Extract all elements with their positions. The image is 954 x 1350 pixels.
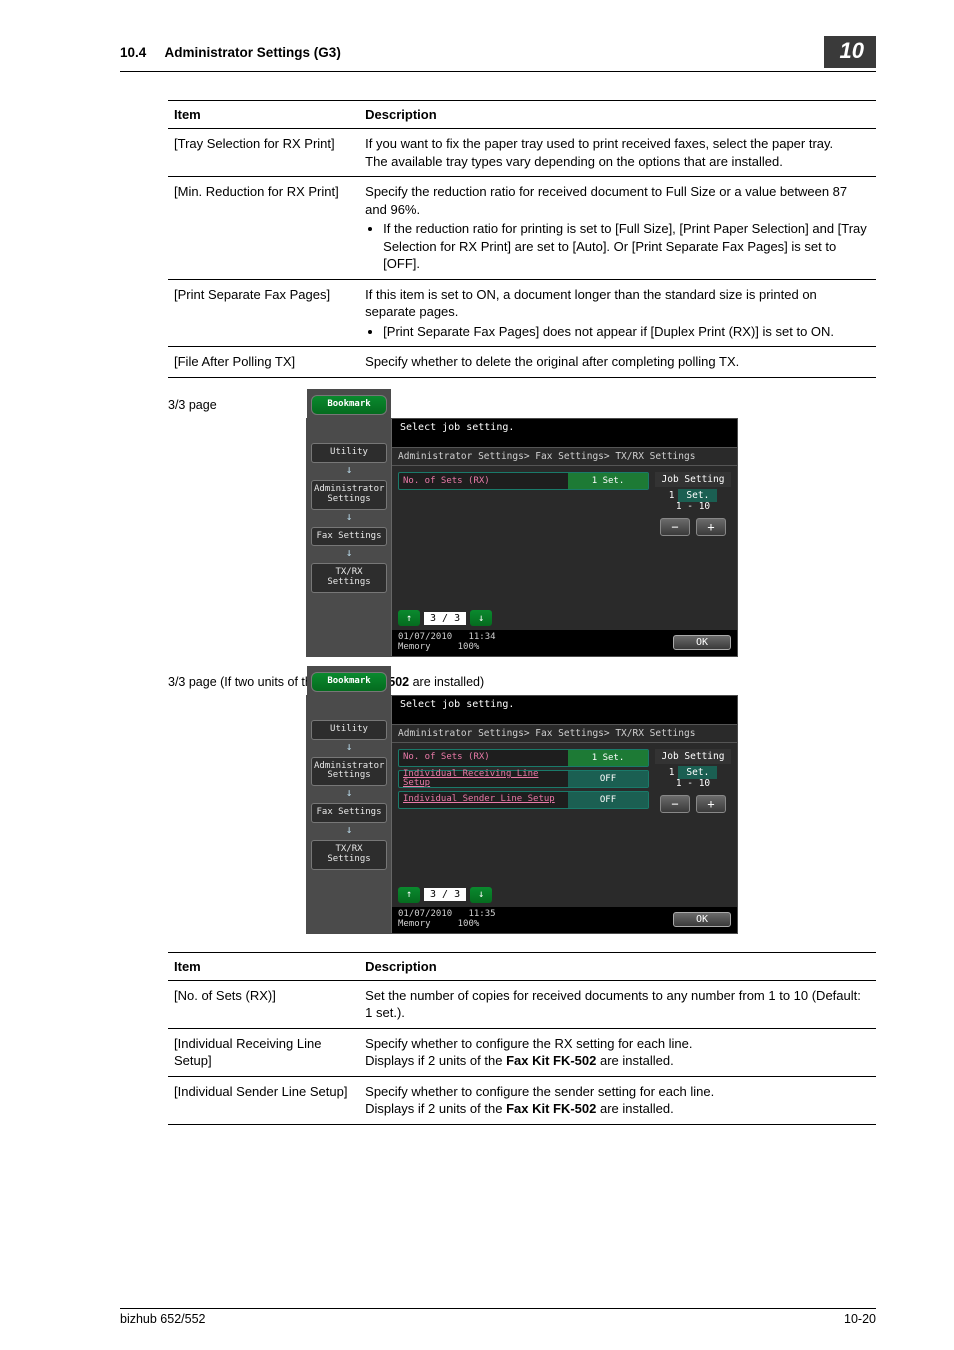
- minus-button[interactable]: −: [660, 795, 690, 813]
- bookmark-button[interactable]: Bookmark: [311, 395, 387, 415]
- sidebar-utility[interactable]: Utility: [311, 720, 387, 740]
- table-row: [Individual Receiving Line Setup] Specif…: [168, 1028, 876, 1076]
- minus-button[interactable]: −: [660, 518, 690, 536]
- ok-button[interactable]: OK: [673, 635, 731, 650]
- col-desc: Description: [359, 101, 876, 129]
- sidebar-utility[interactable]: Utility: [311, 443, 387, 463]
- pager-text: 3 / 3: [424, 612, 466, 625]
- page-down-button[interactable]: ↓: [470, 610, 492, 626]
- plus-button[interactable]: +: [696, 518, 726, 536]
- sidebar-fax-settings[interactable]: Fax Settings: [311, 527, 387, 547]
- device-instruction: Select job setting.: [392, 696, 737, 724]
- caption-3-3: 3/3 page: [168, 398, 876, 412]
- device-status: 01/07/2010 11:34 Memory 100%: [398, 633, 673, 653]
- table-row: [Tray Selection for RX Print] If you wan…: [168, 129, 876, 177]
- device-screenshot-2: Bookmark Utility ↓ Administrator Setting…: [306, 695, 738, 934]
- setting-row-no-of-sets[interactable]: No. of Sets (RX) 1 Set.: [398, 749, 649, 767]
- device-sidebar: Bookmark Utility ↓ Administrator Setting…: [307, 389, 391, 656]
- pager-text: 3 / 3: [424, 888, 466, 901]
- setting-row-individual-sender[interactable]: Individual Sender Line Setup OFF: [398, 791, 649, 809]
- col-item: Item: [168, 952, 359, 980]
- breadcrumb: Administrator Settings> Fax Settings> TX…: [392, 724, 737, 743]
- table-row: [No. of Sets (RX)] Set the number of cop…: [168, 980, 876, 1028]
- sidebar-txrx-settings[interactable]: TX/RX Settings: [311, 840, 387, 870]
- sidebar-admin-settings[interactable]: Administrator Settings: [311, 757, 387, 787]
- setting-row-individual-receiving[interactable]: Individual Receiving Line Setup OFF: [398, 770, 649, 788]
- ok-button[interactable]: OK: [673, 912, 731, 927]
- device-screenshot-1: Bookmark Utility ↓ Administrator Setting…: [306, 418, 738, 657]
- sidebar-txrx-settings[interactable]: TX/RX Settings: [311, 563, 387, 593]
- device-sidebar: Bookmark Utility ↓ Administrator Setting…: [307, 666, 391, 933]
- page-up-button[interactable]: ↑: [398, 887, 420, 903]
- page-down-button[interactable]: ↓: [470, 887, 492, 903]
- device-instruction: Select job setting.: [392, 419, 737, 447]
- table-row: [Min. Reduction for RX Print] Specify th…: [168, 177, 876, 280]
- chapter-badge: 10: [824, 36, 876, 68]
- page-footer: bizhub 652/552 10-20: [120, 1308, 876, 1326]
- bookmark-button[interactable]: Bookmark: [311, 672, 387, 692]
- section-title: Administrator Settings (G3): [165, 45, 341, 60]
- table-row: [Print Separate Fax Pages] If this item …: [168, 279, 876, 347]
- arrow-down-icon: ↓: [311, 510, 387, 523]
- col-item: Item: [168, 101, 359, 129]
- table-row: [File After Polling TX] Specify whether …: [168, 347, 876, 378]
- caption-3-3-fk502: 3/3 page (If two units of the Fax Kit FK…: [168, 675, 876, 689]
- col-desc: Description: [359, 952, 876, 980]
- sidebar-fax-settings[interactable]: Fax Settings: [311, 803, 387, 823]
- page-up-button[interactable]: ↑: [398, 610, 420, 626]
- setting-row-no-of-sets[interactable]: No. of Sets (RX) 1 Set.: [398, 472, 649, 490]
- arrow-down-icon: ↓: [311, 786, 387, 799]
- plus-button[interactable]: +: [696, 795, 726, 813]
- sidebar-admin-settings[interactable]: Administrator Settings: [311, 480, 387, 510]
- breadcrumb: Administrator Settings> Fax Settings> TX…: [392, 447, 737, 466]
- job-setting-label: Job Setting: [655, 749, 731, 764]
- settings-table-2: Item Description [No. of Sets (RX)] Set …: [168, 952, 876, 1125]
- footer-page-number: 10-20: [844, 1312, 876, 1326]
- arrow-down-icon: ↓: [311, 546, 387, 559]
- arrow-down-icon: ↓: [311, 463, 387, 476]
- job-setting-label: Job Setting: [655, 472, 731, 487]
- settings-table-1: Item Description [Tray Selection for RX …: [168, 100, 876, 378]
- table-row: [Individual Sender Line Setup] Specify w…: [168, 1076, 876, 1124]
- page-header: 10.4 Administrator Settings (G3) 10: [120, 36, 876, 72]
- arrow-down-icon: ↓: [311, 740, 387, 753]
- device-status: 01/07/2010 11:35 Memory 100%: [398, 910, 673, 930]
- footer-model: bizhub 652/552: [120, 1312, 206, 1326]
- section-number: 10.4: [120, 45, 146, 60]
- arrow-down-icon: ↓: [311, 823, 387, 836]
